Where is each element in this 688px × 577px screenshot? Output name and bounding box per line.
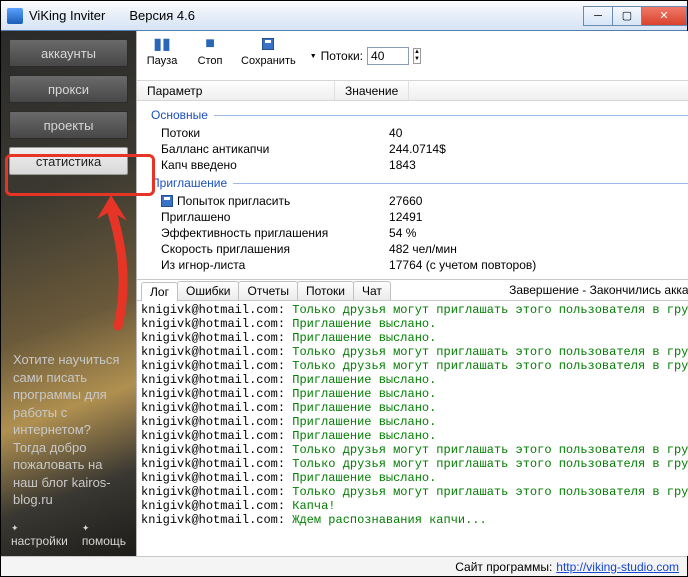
settings-link[interactable]: настройки xyxy=(11,520,68,548)
group-main: Основные xyxy=(137,105,688,125)
save-icon xyxy=(259,35,277,53)
stat-label: Эффективность приглашения xyxy=(161,226,389,240)
log-tabs: Лог Ошибки Отчеты Потоки Чат Завершение … xyxy=(137,279,688,301)
stat-row: Приглашено12491 xyxy=(137,209,688,225)
stat-label: Приглашено xyxy=(161,210,389,224)
footer-link[interactable]: http://viking-studio.com xyxy=(556,560,679,574)
highlight-box xyxy=(5,154,155,196)
stats-area: Основные Потоки40Балланс антикапчи 244.0… xyxy=(137,101,688,279)
stat-value: 12491 xyxy=(389,210,422,224)
close-button[interactable]: ✕ xyxy=(641,6,687,26)
tab-reports[interactable]: Отчеты xyxy=(238,281,297,300)
promo-text: Хотите научиться сами писать программы д… xyxy=(9,349,128,517)
threads-stepper[interactable]: ▲▼ xyxy=(413,48,421,64)
stat-label: Из игнор-листа xyxy=(161,258,389,272)
stat-row: Скорость приглашения482 чел/мин xyxy=(137,241,688,257)
stat-value: 17764 (с учетом повторов) xyxy=(389,258,536,272)
stat-value: 54 % xyxy=(389,226,416,240)
tab-chat[interactable]: Чат xyxy=(353,281,391,300)
maximize-button[interactable]: ▢ xyxy=(612,6,642,26)
stat-label: Скорость приглашения xyxy=(161,242,389,256)
stat-value: 1843 xyxy=(389,158,416,172)
pause-icon: ▮▮ xyxy=(153,35,171,53)
footer-label: Сайт программы: xyxy=(455,560,552,574)
nav-proxy[interactable]: прокси xyxy=(9,75,128,103)
stat-value: 27660 xyxy=(389,194,422,208)
threads-input[interactable] xyxy=(367,47,409,65)
save-button[interactable]: Сохранить xyxy=(241,35,296,67)
nav-accounts[interactable]: аккаунты xyxy=(9,39,128,67)
content-panel: ▮▮Пауза ■Стоп Сохранить ▼ Потоки: ▲▼ Пар… xyxy=(136,31,688,556)
col-value: Значение xyxy=(335,81,409,100)
group-invite: Приглашение xyxy=(137,173,688,193)
stat-row: Эффективность приглашения54 % xyxy=(137,225,688,241)
stat-label: Попыток пригласить xyxy=(161,194,389,208)
stat-value: 482 чел/мин xyxy=(389,242,457,256)
stat-row: Балланс антикапчи 244.0714$ xyxy=(137,141,688,157)
col-param: Параметр xyxy=(137,81,335,100)
stat-row: Потоки40 xyxy=(137,125,688,141)
tab-threads[interactable]: Потоки xyxy=(297,281,354,300)
save-icon xyxy=(161,195,173,207)
stat-row: Капч введено1843 xyxy=(137,157,688,173)
footer: Сайт программы: http://viking-studio.com xyxy=(1,556,687,576)
app-icon xyxy=(7,8,23,24)
help-link[interactable]: помощь xyxy=(82,520,126,548)
column-headers: Параметр Значение xyxy=(137,81,688,101)
status-text: Завершение - Закончились аккаунты xyxy=(509,283,688,297)
version-label: Версия 4.6 xyxy=(129,8,195,23)
nav-projects[interactable]: проекты xyxy=(9,111,128,139)
arrow-annotation xyxy=(93,191,143,331)
stat-row: Попыток пригласить27660 xyxy=(137,193,688,209)
stop-icon: ■ xyxy=(201,35,219,53)
stat-value: 244.0714$ xyxy=(389,142,446,156)
toolbar: ▮▮Пауза ■Стоп Сохранить ▼ Потоки: ▲▼ xyxy=(137,31,688,81)
stat-label: Балланс антикапчи xyxy=(161,142,389,156)
titlebar: ViKing Inviter Версия 4.6 ─ ▢ ✕ xyxy=(1,1,687,31)
stat-value: 40 xyxy=(389,126,402,140)
minimize-button[interactable]: ─ xyxy=(583,6,613,26)
sidebar: аккаунты прокси проекты статистика Хотит… xyxy=(1,31,136,556)
log-output[interactable]: knigivk@hotmail.com: Только друзья могут… xyxy=(137,301,688,556)
stat-label: Капч введено xyxy=(161,158,389,172)
stat-row: Из игнор-листа17764 (с учетом повторов) xyxy=(137,257,688,273)
tab-log[interactable]: Лог xyxy=(141,282,178,301)
stat-label: Потоки xyxy=(161,126,389,140)
stop-button[interactable]: ■Стоп xyxy=(193,35,227,67)
tab-errors[interactable]: Ошибки xyxy=(177,281,240,300)
window-title: ViKing Inviter xyxy=(29,8,105,23)
threads-label: Потоки: xyxy=(321,49,363,63)
pause-button[interactable]: ▮▮Пауза xyxy=(145,35,179,67)
